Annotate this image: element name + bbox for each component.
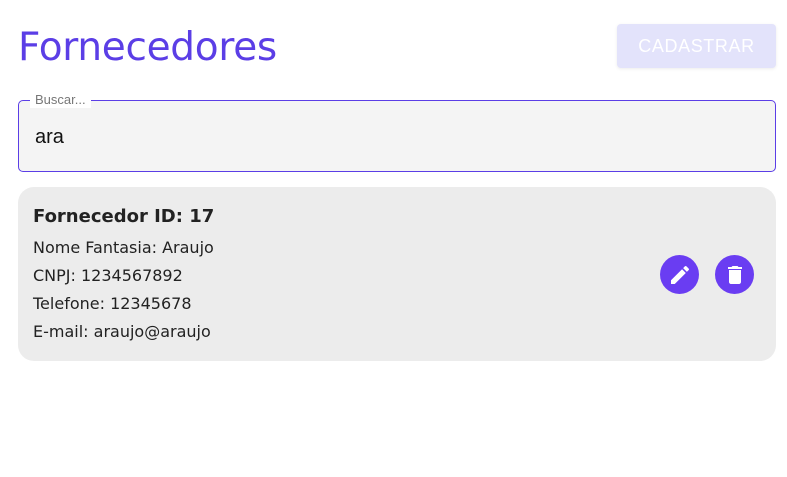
supplier-title: Fornecedor ID: 17: [33, 206, 215, 227]
delete-button[interactable]: [715, 255, 754, 294]
supplier-cnpj: CNPJ: 1234567892: [33, 266, 183, 285]
supplier-phone: Telefone: 12345678: [33, 294, 192, 313]
search-field[interactable]: Buscar...: [18, 92, 776, 172]
trash-icon: [727, 265, 742, 284]
supplier-card: Fornecedor ID: 17 Nome Fantasia: Araujo …: [18, 187, 776, 361]
search-label: Buscar...: [30, 92, 91, 108]
supplier-trade-name: Nome Fantasia: Araujo: [33, 238, 214, 257]
supplier-info: Fornecedor ID: 17 Nome Fantasia: Araujo …: [33, 205, 214, 346]
page-title: Fornecedores: [18, 25, 277, 70]
register-button[interactable]: CADASTRAR: [617, 24, 776, 68]
edit-button[interactable]: [660, 255, 699, 294]
supplier-email: E-mail: araujo@araujo: [33, 322, 211, 341]
pencil-icon: [670, 265, 689, 284]
page: Fornecedores CADASTRAR Buscar... Fornece…: [0, 0, 787, 477]
search-input[interactable]: [35, 121, 755, 153]
